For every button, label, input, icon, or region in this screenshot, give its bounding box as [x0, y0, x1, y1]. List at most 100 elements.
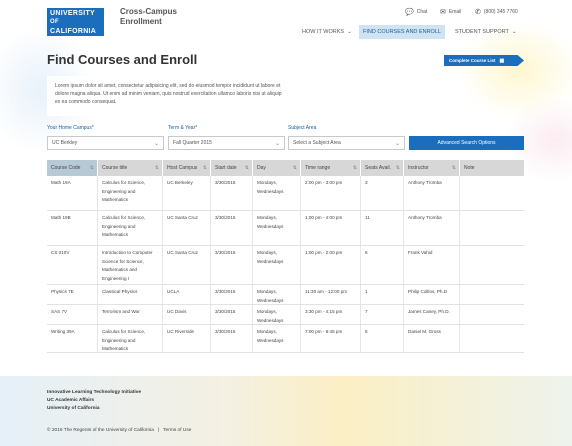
column-header-course-title[interactable]: Course title ⇅: [98, 160, 163, 176]
nav-label: STUDENT SUPPORT: [455, 29, 509, 35]
column-header-course-code[interactable]: Course Code ⇅: [47, 160, 98, 176]
chevron-down-icon: ⌄: [347, 29, 352, 35]
course-table: Course Code ⇅ Course title ⇅ Host Campus ⇅ …: [47, 160, 524, 353]
cell-instructor: Daniel M. Gross: [404, 325, 460, 352]
cell-host-campus: UC Riverside: [163, 325, 211, 352]
chevron-down-icon: ⌄: [511, 29, 517, 35]
nav-how-it-works[interactable]: HOW IT WORKS ⌄: [298, 25, 356, 39]
column-header-label: Course Code: [51, 165, 81, 171]
page-title: Find Courses and Enroll: [47, 52, 198, 67]
column-header-time-range[interactable]: Time range ⇅: [301, 160, 361, 176]
cell-day: Mondays, Wednesdays: [253, 176, 301, 210]
chevron-down-icon: ⌄: [153, 141, 159, 147]
cell-note: [460, 211, 524, 245]
cell-day: Mondays, Wednesdays: [253, 246, 301, 284]
column-header-label: Seats Avail.: [365, 165, 392, 171]
table-row[interactable]: Math 19B Calculus for Science, Engineerin…: [47, 211, 524, 246]
term-year-value: Fall Quarter 2015: [173, 140, 212, 146]
home-campus-value: UC Berkley: [52, 140, 78, 146]
uc-logo[interactable]: UNIVERSITY OF CALIFORNIA: [47, 8, 104, 36]
logo-line-3: CALIFORNIA: [50, 28, 97, 35]
footer-legal: © 2015 The Regents of the University of …: [47, 428, 191, 433]
email-link[interactable]: ✉ Email: [440, 8, 461, 16]
column-header-host-campus[interactable]: Host Campus ⇅: [163, 160, 211, 176]
terms-link[interactable]: Terms of Use: [163, 428, 191, 433]
site-footer: Innovative Learning Technology Initiativ…: [0, 376, 572, 446]
cell-course-code: Physics 7E: [47, 285, 98, 304]
chat-label: Chat: [416, 9, 428, 15]
chevron-down-icon: ⌄: [394, 141, 400, 147]
cell-start-date: 3/30/2015: [211, 325, 253, 352]
logo-line-1: UNIVERSITY: [50, 10, 96, 17]
cell-time-range: 7:00 pm - 8:45 pm: [301, 325, 361, 352]
cell-course-title: Calculus for Science, Engineering and Ma…: [98, 176, 163, 210]
subject-area-label: Subject Area: [288, 125, 317, 131]
footer-org-line: University of California: [47, 406, 100, 411]
cell-start-date: 3/30/2015: [211, 176, 253, 210]
table-row[interactable]: Math 19A Calculus for Science, Engineerin…: [47, 176, 524, 211]
column-header-instructor[interactable]: Instructor ⇅: [404, 160, 460, 176]
cell-course-title: Terrorism and War: [98, 305, 163, 324]
complete-course-list-button[interactable]: Complete Course List ▦: [444, 55, 524, 66]
subject-area-select[interactable]: Select a Subject Area ⌄: [288, 136, 405, 150]
phone-link[interactable]: ✆ (800) 345 7760: [475, 8, 518, 16]
table-body: Math 19A Calculus for Science, Engineerin…: [47, 176, 524, 353]
column-header-label: Start date: [215, 165, 237, 171]
table-header: Course Code ⇅ Course title ⇅ Host Campus ⇅ …: [47, 160, 524, 176]
column-header-label: Note: [464, 165, 475, 171]
footer-separator: |: [157, 428, 160, 433]
sort-icon: ⇅: [154, 165, 159, 171]
nav-find-courses[interactable]: FIND COURSES AND ENROLL: [359, 25, 445, 39]
sort-icon: ⇅: [202, 165, 207, 171]
nav-label: FIND COURSES AND ENROLL: [363, 29, 441, 35]
column-header-seats[interactable]: Seats Avail. ⇅: [361, 160, 404, 176]
cell-time-range: 1:00 pm - 4:00 pm: [301, 211, 361, 245]
cell-start-date: 3/30/2015: [211, 211, 253, 245]
cell-instructor: Frank Vahid: [404, 246, 460, 284]
site-title[interactable]: Cross-Campus Enrollment: [120, 7, 210, 27]
cell-day: Mondays, Wednesdays: [253, 305, 301, 324]
cell-time-range: 3:30 pm - 4:15 pm: [301, 305, 361, 324]
column-header-label: Day: [257, 165, 266, 171]
table-row[interactable]: Writing 39A Calculus for Science, Enginee…: [47, 325, 524, 353]
column-header-day[interactable]: Day ⇅: [253, 160, 301, 176]
cell-start-date: 3/30/2015: [211, 246, 253, 284]
cell-course-title: Calculus for Science, Engineering and Ma…: [98, 325, 163, 352]
sort-icon: ⇅: [352, 165, 357, 171]
cell-start-date: 3/30/2015: [211, 285, 253, 304]
cell-time-range: 11:30 am - 12:00 pm: [301, 285, 361, 304]
cell-course-title: Calculus for Science, Engineering and Ma…: [98, 211, 163, 245]
cell-seats: 1: [361, 285, 404, 304]
table-row[interactable]: Physics 7E Classical Physics UCLA 3/30/2015…: [47, 285, 524, 305]
phone-icon: ✆: [475, 9, 481, 16]
chevron-down-icon: ⌄: [274, 141, 280, 147]
nav-label: HOW IT WORKS: [302, 29, 345, 35]
home-campus-select[interactable]: UC Berkley ⌄: [47, 136, 164, 150]
nav-student-support[interactable]: STUDENT SUPPORT ⌄: [451, 25, 521, 39]
cell-note: [460, 176, 524, 210]
term-year-select[interactable]: Fall Quarter 2015 ⌄: [168, 136, 285, 150]
copyright-text: © 2015 The Regents of the University of …: [47, 428, 154, 433]
cell-host-campus: UCLA: [163, 285, 211, 304]
footer-org-line: Innovative Learning Technology Initiativ…: [47, 390, 141, 395]
cell-course-title: Classical Physics: [98, 285, 163, 304]
table-row[interactable]: SAS 7V Terrorism and War UC Davis 3/30/2015…: [47, 305, 524, 325]
advanced-search-button[interactable]: Advanced Search Options: [409, 136, 524, 150]
cell-host-campus: UC Santa Cruz: [163, 211, 211, 245]
cell-note: [460, 325, 524, 352]
chat-link[interactable]: 💬 Chat: [405, 8, 427, 16]
cell-note: [460, 246, 524, 284]
cell-time-range: 1:00 pm - 2:00 pm: [301, 246, 361, 284]
cell-note: [460, 305, 524, 324]
sort-icon: ⇅: [451, 165, 456, 171]
table-row[interactable]: CS 010V Introduction to Computer Science …: [47, 246, 524, 285]
email-icon: ✉: [440, 9, 446, 16]
term-year-label: Term & Year*: [168, 125, 198, 131]
cell-day: Mondays, Wednesdays: [253, 285, 301, 304]
column-header-start-date[interactable]: Start date ⇅: [211, 160, 253, 176]
cell-instructor: James Caney, Ph.D.: [404, 305, 460, 324]
cell-start-date: 3/30/2015: [211, 305, 253, 324]
cell-seats: 6: [361, 325, 404, 352]
cell-seats: 3: [361, 176, 404, 210]
logo-line-2: OF: [50, 19, 59, 25]
